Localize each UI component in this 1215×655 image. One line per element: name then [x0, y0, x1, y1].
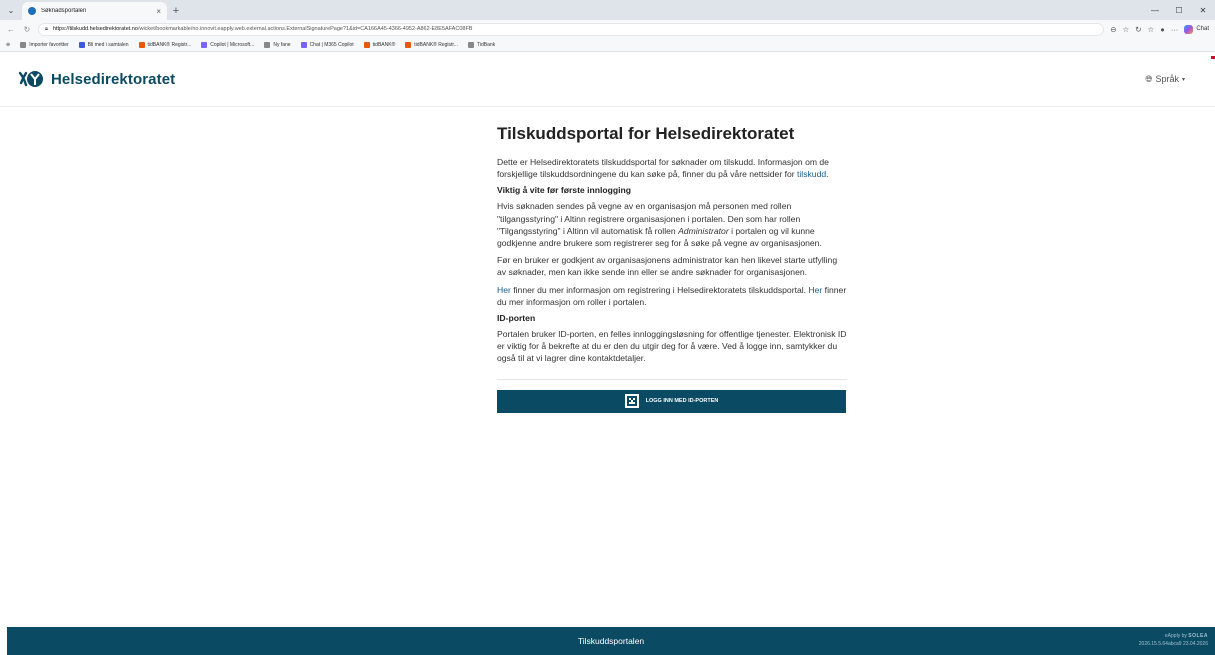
tilskudd-link[interactable]: tilskudd: [797, 169, 826, 179]
refresh-page-icon[interactable]: ↻: [1135, 25, 1141, 34]
main-content: Tilskuddsportal for Helsedirektoratet De…: [0, 107, 1215, 627]
chat-button[interactable]: Chat: [1184, 24, 1209, 34]
url-field[interactable]: 🔒︎ https://tilskudd.helsedirektoratet.no…: [38, 22, 1105, 36]
favorite-icon: [300, 41, 307, 48]
footer: Tilskuddsportalen eApply by SOLEA 2026.1…: [7, 627, 1215, 655]
browser-tab-strip: ⌄ Søknadsportalen × + — ☐ ✕: [0, 0, 1215, 20]
registration-info-link[interactable]: Her: [497, 285, 511, 295]
version-text: 2026.15.5.64abca9 23.04.2026: [1138, 641, 1208, 647]
intro-paragraph: Dette er Helsedirektoratets tilskuddspor…: [497, 157, 829, 180]
tab-title: Søknadsportalen: [41, 8, 87, 14]
address-bar-row: ← ↻ 🔒︎ https://tilskudd.helsedirektorate…: [0, 20, 1215, 38]
url-host: https://tilskudd.helsedirektoratet.no: [52, 26, 138, 32]
chat-label: Chat: [1196, 26, 1209, 32]
favorite-icon: [264, 41, 271, 48]
content-column: Tilskuddsportal for Helsedirektoratet De…: [497, 123, 847, 413]
lock-icon: 🔒︎: [45, 25, 48, 32]
reload-icon[interactable]: ↻: [22, 25, 32, 34]
new-tab-button[interactable]: +: [167, 2, 185, 20]
favorite-label: TidBank: [476, 41, 496, 48]
section-heading-first-login: Viktig å vite før første innlogging: [497, 185, 632, 196]
favorite-label: Copilot | Microsoft...: [210, 41, 255, 48]
minimize-icon[interactable]: —: [1143, 0, 1167, 20]
favorite-item[interactable]: tidBANK® Registr...: [405, 41, 458, 48]
favorite-item[interactable]: TidBank: [467, 41, 496, 48]
back-icon[interactable]: ←: [6, 25, 16, 34]
powered-by-text: eApply by: [1164, 633, 1187, 639]
more-icon[interactable]: ···: [1171, 25, 1179, 34]
favorite-label: tidBANK® Registr...: [147, 41, 192, 48]
tab-close-icon[interactable]: ×: [156, 7, 161, 16]
helsedirektoratet-logo-icon: [18, 71, 43, 87]
language-label: Språk: [1155, 74, 1179, 84]
url-path: /wicket/bookmarkable/no.innovit.eapply.w…: [137, 26, 473, 32]
browser-tab[interactable]: Søknadsportalen ×: [22, 2, 167, 20]
tab-actions-icon[interactable]: ⌄: [0, 0, 22, 20]
favorite-icon: [20, 41, 27, 48]
site-favicon: [28, 7, 36, 15]
favorite-icon: [467, 41, 474, 48]
info-links-paragraph: Her finner du mer informasjon om registr…: [497, 284, 847, 307]
favorite-icon: [405, 41, 412, 48]
favorites-icon[interactable]: ☆: [1148, 25, 1155, 34]
favorite-label: tidBANK®: [372, 41, 396, 48]
login-button-label: LOGG INN MED ID-PORTEN: [645, 398, 719, 405]
page-title: Tilskuddsportal for Helsedirektoratet: [497, 124, 795, 143]
favorite-label: tidBANK® Registr...: [414, 41, 458, 48]
footer-title: Tilskuddsportalen: [577, 636, 645, 646]
favorite-icon: [363, 41, 370, 48]
close-window-icon[interactable]: ✕: [1191, 0, 1215, 20]
logo[interactable]: Helsedirektoratet: [18, 69, 175, 89]
favorite-label: Chat | M365 Copilot: [309, 41, 354, 48]
favorite-item[interactable]: Chat | M365 Copilot: [300, 41, 354, 48]
chevron-down-icon: ▾: [1181, 76, 1185, 83]
globe-icon: 🌐︎: [1145, 73, 1153, 84]
favorite-icon: [138, 41, 145, 48]
logo-text: Helsedirektoratet: [51, 70, 176, 88]
window-controls: — ☐ ✕: [1143, 0, 1215, 20]
favorite-item[interactable]: tidBANK® Registr...: [138, 41, 192, 48]
favorite-label: Ny fane: [273, 41, 291, 48]
favorite-item[interactable]: Copilot | Microsoft...: [201, 41, 255, 48]
favorite-label: Importer favoritter: [29, 41, 69, 48]
favorites-bar: ⊜ Importer favoritter Bli med i samtalen t…: [0, 38, 1215, 52]
site-header: Helsedirektoratet 🌐︎ Språk ▾: [0, 52, 1215, 107]
favorite-icon: [201, 41, 208, 48]
copilot-icon: [1184, 24, 1194, 34]
roles-info-link[interactable]: Her: [808, 285, 822, 295]
favorite-star-icon[interactable]: ☆: [1123, 25, 1130, 34]
language-selector[interactable]: 🌐︎ Språk ▾: [1145, 74, 1185, 85]
section-heading-id-porten: ID-porten: [497, 313, 536, 324]
favorite-item[interactable]: Importer favoritter: [20, 41, 69, 48]
maximize-icon[interactable]: ☐: [1167, 0, 1191, 20]
id-porten-icon: [624, 394, 639, 409]
favorites-menu-icon[interactable]: ⊜: [6, 42, 10, 48]
approval-paragraph: Før en bruker er godkjent av organisasjo…: [497, 255, 838, 278]
favorite-icon: [78, 41, 85, 48]
favorite-item[interactable]: Bli med i samtalen: [78, 41, 129, 48]
favorite-item[interactable]: tidBANK®: [363, 41, 396, 48]
toolbar-icons: ⊖ ☆ ↻ ☆ ● ··· Chat: [1110, 24, 1209, 34]
organisation-paragraph: Hvis søknaden sendes på vegne av en orga…: [497, 201, 822, 249]
divider: [497, 378, 847, 380]
favorite-item[interactable]: Ny fane: [264, 41, 291, 48]
profile-icon[interactable]: ●: [1160, 25, 1165, 34]
scroll-marker: [1211, 56, 1215, 59]
id-porten-paragraph: Portalen bruker ID-porten, en felles inn…: [497, 329, 847, 364]
login-id-porten-button[interactable]: LOGG INN MED ID-PORTEN: [497, 389, 846, 413]
favorite-label: Bli med i samtalen: [87, 41, 129, 48]
solea-brand: SOLEA: [1188, 633, 1208, 639]
footer-meta: eApply by SOLEA 2026.15.5.64abca9 23.04.…: [1139, 632, 1208, 648]
zoom-icon[interactable]: ⊖: [1110, 25, 1116, 34]
